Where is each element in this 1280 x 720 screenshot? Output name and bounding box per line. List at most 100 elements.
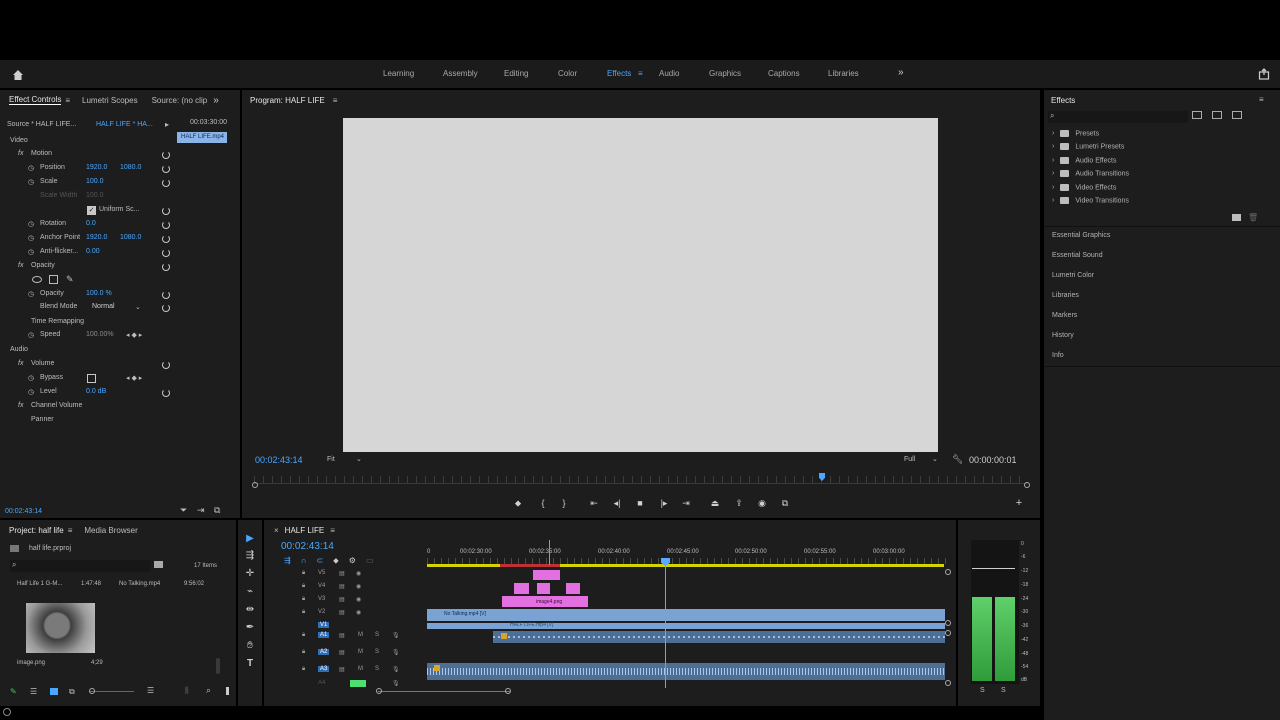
add-button-icon[interactable]: + [1013,497,1025,509]
zoom-slider[interactable] [90,691,134,692]
add-marker-icon[interactable]: ⬥ [512,497,524,509]
panel-menu-icon[interactable]: ≡ [333,96,338,105]
project-item-name[interactable]: Half Life 1 G-M... [17,581,62,587]
level-value[interactable]: 0.0 dB [86,388,106,395]
program-mini-ruler[interactable] [254,476,1027,484]
close-icon[interactable]: × [274,526,279,535]
project-search[interactable] [10,560,150,572]
track-label[interactable]: A2 [318,649,330,655]
sync-icon[interactable]: ▤ [339,649,345,656]
mic-icon[interactable]: 🎙︎ [392,666,400,673]
track-label[interactable]: V3 [318,596,325,602]
solo-left-button[interactable]: S [980,687,985,694]
effects-title[interactable]: Effects [1051,96,1075,105]
eye-icon[interactable]: ◉ [356,596,361,603]
program-title[interactable]: Program: HALF LIFE [250,96,325,105]
effects-folder-lumetri[interactable]: › Lumetri Presets [1052,143,1124,150]
section-libraries[interactable]: Libraries [1052,292,1079,299]
track-label[interactable]: V1 [318,622,330,628]
extract-icon[interactable]: ⇪ [733,497,745,509]
automate-icon[interactable]: ⫼ [185,686,189,696]
stopwatch-icon[interactable]: ◷ [28,388,34,396]
lock-icon[interactable]: 🔒︎ [302,632,305,639]
anchor-x[interactable]: 1920.0 [86,234,107,241]
clip-pink-v4[interactable] [514,583,580,594]
new-bin-icon[interactable] [1232,214,1241,221]
blend-mode-select[interactable]: Normal [92,303,115,310]
stopwatch-icon[interactable]: ◷ [28,290,34,298]
rect-mask-icon[interactable] [49,275,58,284]
32bit-effects-icon[interactable] [1212,111,1222,119]
scroll-handle[interactable] [376,688,382,694]
sync-icon[interactable]: ▤ [339,632,345,639]
sync-icon[interactable]: ▤ [339,596,345,603]
clip-pink-v5[interactable] [533,570,560,580]
stopwatch-icon[interactable]: ◷ [28,178,34,186]
anchor-y[interactable]: 1080.0 [120,234,141,241]
sync-icon[interactable]: ▤ [339,666,345,673]
tab-audio[interactable]: Audio [659,69,679,78]
keyframe-nav-icon[interactable]: ◂ ◆ ▸ [126,331,142,339]
type-tool-icon[interactable]: T [244,658,256,670]
reset-icon[interactable] [162,165,170,173]
go-to-out-icon[interactable]: ⇥ [680,497,692,509]
go-to-in-icon[interactable]: ⇤ [588,497,600,509]
solo-button[interactable]: S [375,632,379,638]
opacity-value[interactable]: 100.0 % [86,290,112,297]
tab-captions[interactable]: Captions [768,69,800,78]
position-x[interactable]: 1920.0 [86,164,107,171]
step-forward-icon[interactable]: |▸ [658,497,670,509]
stop-icon[interactable]: ■ [634,497,646,509]
solo-button[interactable]: S [375,649,379,655]
lock-icon[interactable]: 🔒︎ [302,596,305,603]
reset-icon[interactable] [162,179,170,187]
find-icon[interactable]: ⌕ [206,685,211,696]
step-back-icon[interactable]: ◂| [611,497,623,509]
section-markers[interactable]: Markers [1052,312,1077,319]
timeline-playhead-line[interactable] [665,558,666,688]
out-range-handle[interactable] [1024,482,1030,488]
tab-effects[interactable]: Effects [607,69,631,78]
track-label[interactable]: A1 [318,632,330,638]
solo-button[interactable]: S [375,666,379,672]
section-essential-sound[interactable]: Essential Sound [1052,252,1103,259]
clip-image-v3[interactable]: image4.png [502,596,588,607]
audio-keyframe[interactable] [434,665,440,671]
eye-icon[interactable]: ◉ [356,570,361,577]
track-label[interactable]: A3 [318,666,330,672]
scale-value[interactable]: 100.0 [86,178,104,185]
nest-icon[interactable]: ⇶ [284,556,301,565]
hand-tool-icon[interactable]: ✋︎ [244,640,256,652]
effects-search[interactable] [1048,111,1188,123]
track-label[interactable]: V5 [318,570,325,576]
tab-source[interactable]: Source: (no clip [152,96,208,105]
wrench-icon[interactable]: 🔧︎ [952,454,963,465]
v-scroll-handle[interactable] [945,680,951,686]
timeline-timecode[interactable]: 00:02:43:14 [281,541,334,552]
speed-value[interactable]: 100.00% [86,331,114,338]
tab-project[interactable]: Project: half life [9,526,64,535]
stopwatch-icon[interactable]: ◷ [28,234,34,242]
pencil-icon[interactable]: ✎ [10,687,17,696]
audio-keyframe[interactable] [501,633,507,639]
compare-icon[interactable]: ⧉ [779,497,791,509]
v-scroll-handle[interactable] [945,630,951,636]
in-range-handle[interactable] [252,482,258,488]
panel-menu-icon[interactable]: ≡ [330,526,335,535]
effects-folder-video-transitions[interactable]: › Video Transitions [1052,197,1129,204]
effects-folder-audio-effects[interactable]: › Audio Effects [1052,157,1116,164]
chevron-down-icon[interactable]: ⌄ [356,455,362,463]
chevron-down-icon[interactable]: ⌄ [135,303,141,311]
ellipse-mask-icon[interactable] [32,276,42,283]
filter-icon[interactable]: ⏷ [180,505,187,516]
icon-view-icon[interactable] [50,688,58,695]
section-essential-graphics[interactable]: Essential Graphics [1052,232,1110,239]
eye-icon[interactable]: ◉ [356,583,361,590]
timeline-h-scroll[interactable] [378,691,510,692]
yuv-effects-icon[interactable] [1232,111,1242,119]
mic-icon[interactable]: 🎙︎ [392,632,400,639]
reset-icon[interactable] [162,235,170,243]
sync-icon[interactable]: ▤ [339,609,345,616]
pen-mask-icon[interactable]: ✎ [66,274,74,285]
stopwatch-icon[interactable]: ◷ [28,331,34,339]
